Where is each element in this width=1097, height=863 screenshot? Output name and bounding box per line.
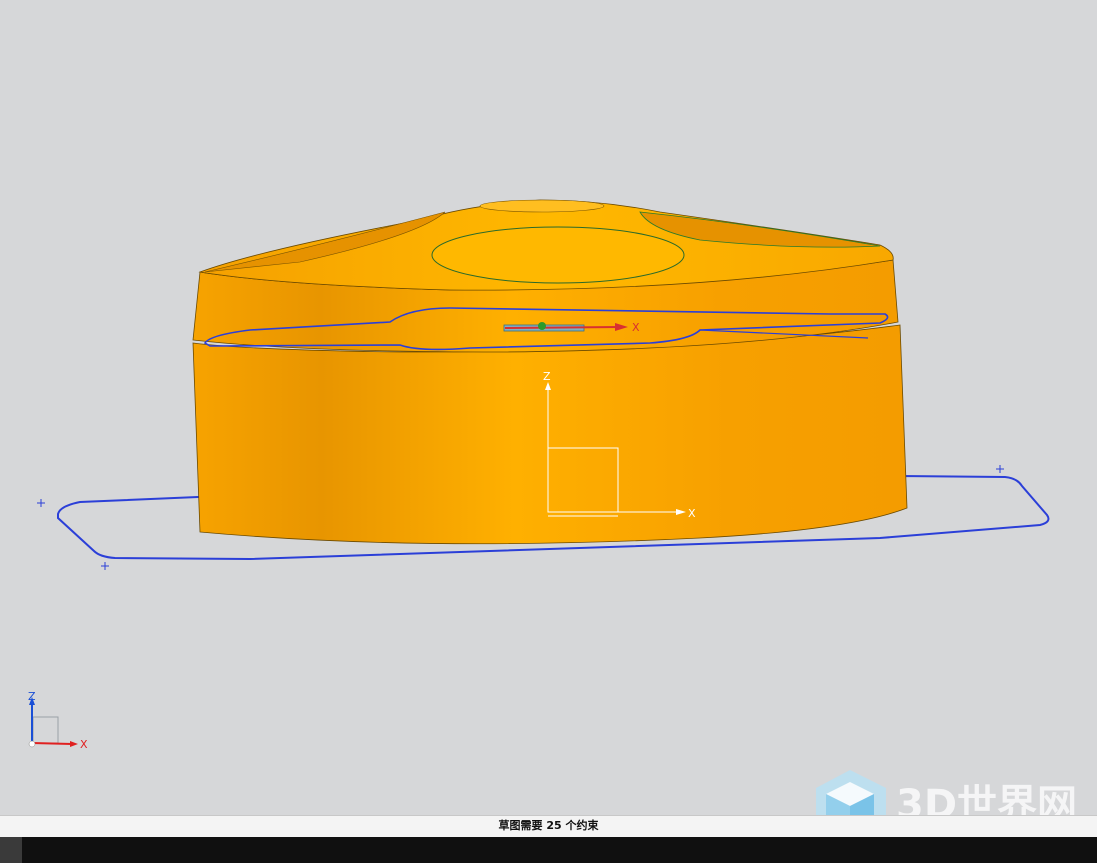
datum-z-label: Z — [543, 370, 551, 383]
view-triad[interactable]: Z X — [28, 690, 88, 751]
taskbar — [0, 837, 1097, 863]
status-bar: 草图需要 25 个约束 — [0, 815, 1097, 837]
taskbar-tab[interactable] — [0, 837, 22, 863]
graphics-viewport[interactable]: X Z X Z X 3D世界网 — [0, 0, 1097, 838]
lower-body-solid[interactable] — [192, 324, 908, 545]
point-marker-right[interactable] — [996, 465, 1004, 473]
top-cap-ellipse — [431, 226, 685, 284]
model-scene[interactable]: X Z X Z X — [0, 0, 1097, 815]
datum-x-label: X — [688, 507, 696, 520]
point-marker-bottom[interactable] — [101, 562, 109, 570]
status-message: 草图需要 25 个约束 — [498, 819, 599, 832]
view-triad-x-label: X — [80, 738, 88, 751]
point-marker-left[interactable] — [37, 499, 45, 507]
sketch-axis-x-label: X — [632, 321, 640, 334]
top-small-ellipse — [479, 199, 605, 213]
view-triad-z-label: Z — [28, 690, 36, 703]
